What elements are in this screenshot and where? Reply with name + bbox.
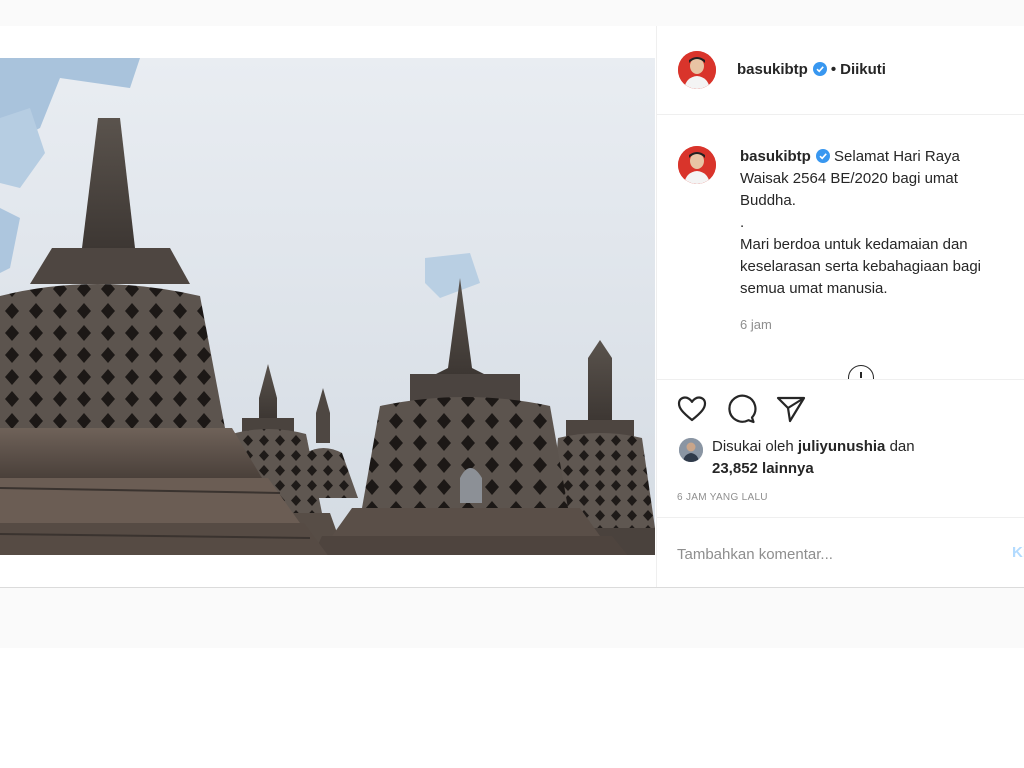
caption-area: basukibtp Selamat Hari Raya Waisak 2564 … xyxy=(657,115,1024,379)
more-replies-icon[interactable] xyxy=(848,365,874,379)
author-username[interactable]: basukibtp xyxy=(737,61,808,78)
post-header: basukibtp • Diikuti xyxy=(657,26,1024,115)
caption-line-4: . xyxy=(740,214,745,231)
paper-plane-icon[interactable] xyxy=(775,393,807,425)
caption-line-1: Selamat Hari Raya xyxy=(834,148,960,165)
post-image[interactable] xyxy=(0,58,655,555)
likes-text: Disukai oleh juliyunushia dan 23,852 lai… xyxy=(712,436,915,480)
likes-prefix: Disukai oleh xyxy=(712,438,794,455)
comment-bar: Kirim xyxy=(657,517,1024,588)
caption-line-7: semua umat manusia. xyxy=(740,280,888,297)
bottom-background-strip xyxy=(0,588,1024,648)
post-card: basukibtp • Diikuti basukibtp Selamat Hari… xyxy=(0,26,1024,588)
author-avatar[interactable] xyxy=(678,51,716,89)
heart-icon[interactable] xyxy=(676,393,708,425)
post-comment-button[interactable]: Kirim xyxy=(1012,544,1024,561)
author-username-line: basukibtp • Diikuti xyxy=(737,61,886,78)
likes-connector: dan xyxy=(889,438,915,455)
post-timestamp[interactable]: 6 JAM YANG LALU xyxy=(677,492,768,503)
post-side-panel: basukibtp • Diikuti basukibtp Selamat Hari… xyxy=(656,26,1024,587)
caption-line-5: Mari berdoa untuk kedamaian dan xyxy=(740,236,968,253)
verified-badge-icon xyxy=(812,62,827,76)
action-bar-divider xyxy=(657,379,1024,381)
caption-time[interactable]: 6 jam xyxy=(740,317,772,332)
top-background-strip xyxy=(0,0,1024,27)
comment-icon[interactable] xyxy=(725,393,757,425)
likes-count[interactable]: 23,852 lainnya xyxy=(712,460,814,477)
follow-status-button[interactable]: Diikuti xyxy=(840,61,886,78)
liker-avatar[interactable] xyxy=(679,438,703,462)
caption-username[interactable]: basukibtp xyxy=(740,148,811,165)
caption-author-avatar[interactable] xyxy=(678,146,716,184)
portrait-icon xyxy=(678,51,716,89)
portrait-icon xyxy=(678,146,716,184)
caption-text: basukibtp Selamat Hari Raya Waisak 2564 … xyxy=(740,146,1020,300)
caption-line-2: Waisak 2564 BE/2020 bagi umat xyxy=(740,170,958,187)
verified-badge-icon xyxy=(815,149,830,163)
portrait-icon xyxy=(679,438,703,462)
follow-separator: • xyxy=(830,61,837,78)
caption-line-3: Buddha. xyxy=(740,192,796,209)
caption-first-line: basukibtp Selamat Hari Raya xyxy=(740,146,1020,168)
borobudur-stupas-photo xyxy=(0,58,655,555)
liker-username[interactable]: juliyunushia xyxy=(798,438,886,455)
caption-line-6: keselarasan serta kebahagiaan bagi xyxy=(740,258,982,275)
comment-input[interactable] xyxy=(677,542,977,566)
